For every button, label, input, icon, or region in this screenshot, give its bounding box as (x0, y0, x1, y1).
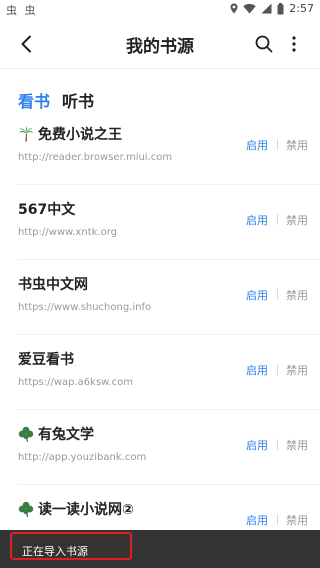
source-name: 读一读小说网② (18, 499, 134, 519)
status-indicators: 2:57 (230, 2, 314, 15)
status-bar: 虫 虫 2:57 (0, 0, 320, 20)
source-name-text: 有兔文学 (38, 427, 94, 443)
highlight-box (10, 532, 132, 560)
source-item: 免费小说之王 http://reader.browser.miui.com 启用… (0, 110, 320, 185)
source-url: http://app.youzibank.com (18, 452, 147, 463)
disable-button[interactable]: 禁用 (286, 212, 308, 228)
source-name: 有兔文学 (18, 424, 94, 444)
battery-icon (277, 2, 284, 14)
source-name-text: 书虫中文网 (18, 277, 88, 293)
source-type-tabs: 看书 听书 (18, 88, 94, 112)
source-name: 567中文 (18, 199, 75, 219)
source-name-text: 免费小说之王 (38, 127, 122, 143)
source-name: 免费小说之王 (18, 124, 122, 144)
more-options-button[interactable] (284, 32, 304, 56)
source-url: https://www.shuchong.info (18, 302, 152, 313)
clover-icon (18, 426, 36, 443)
wifi-icon (243, 3, 256, 14)
button-divider (277, 514, 278, 525)
enable-button[interactable]: 启用 (246, 437, 268, 453)
source-url: http://reader.browser.miui.com (18, 152, 173, 163)
disable-button[interactable]: 禁用 (286, 362, 308, 378)
disable-button[interactable]: 禁用 (286, 512, 308, 528)
source-url: https://wap.a6ksw.com (18, 377, 133, 388)
source-name-text: 567中文 (18, 202, 76, 218)
source-name: 书虫中文网 (18, 274, 88, 294)
disable-button[interactable]: 禁用 (286, 437, 308, 453)
clover-icon (18, 501, 36, 518)
source-item: 567中文 http://www.xntk.org 启用 禁用 (0, 185, 320, 260)
source-item: 书虫中文网 https://www.shuchong.info 启用 禁用 (0, 260, 320, 335)
palm-tree-icon (18, 126, 36, 142)
signal-icon (261, 3, 272, 14)
button-divider (277, 364, 278, 375)
disable-button[interactable]: 禁用 (286, 137, 308, 153)
source-item: 爱豆看书 https://wap.a6ksw.com 启用 禁用 (0, 335, 320, 410)
source-name-text: 爱豆看书 (18, 352, 74, 368)
source-item: 有兔文学 http://app.youzibank.com 启用 禁用 (0, 410, 320, 485)
enable-button[interactable]: 启用 (246, 287, 268, 303)
more-vertical-icon (292, 36, 296, 52)
source-name-text: 读一读小说网② (38, 502, 134, 518)
button-divider (277, 139, 278, 150)
disable-button[interactable]: 禁用 (286, 287, 308, 303)
enable-button[interactable]: 启用 (246, 362, 268, 378)
enable-button[interactable]: 启用 (246, 212, 268, 228)
app-bar: 我的书源 (0, 22, 320, 66)
search-button[interactable] (252, 32, 276, 56)
status-time: 2:57 (289, 2, 314, 15)
location-icon (230, 3, 238, 14)
button-divider (277, 289, 278, 300)
source-name: 爱豆看书 (18, 349, 74, 369)
enable-button[interactable]: 启用 (246, 512, 268, 528)
enable-button[interactable]: 启用 (246, 137, 268, 153)
header-divider (0, 68, 320, 69)
source-list: 免费小说之王 http://reader.browser.miui.com 启用… (0, 110, 320, 560)
button-divider (277, 214, 278, 225)
tab-listen[interactable]: 听书 (62, 88, 94, 112)
notification-icons: 虫 虫 (6, 4, 38, 17)
tab-read[interactable]: 看书 (18, 88, 50, 112)
search-icon (255, 35, 273, 53)
back-button[interactable] (14, 32, 38, 56)
chevron-left-icon (21, 35, 31, 53)
button-divider (277, 439, 278, 450)
source-url: http://www.xntk.org (18, 227, 117, 238)
